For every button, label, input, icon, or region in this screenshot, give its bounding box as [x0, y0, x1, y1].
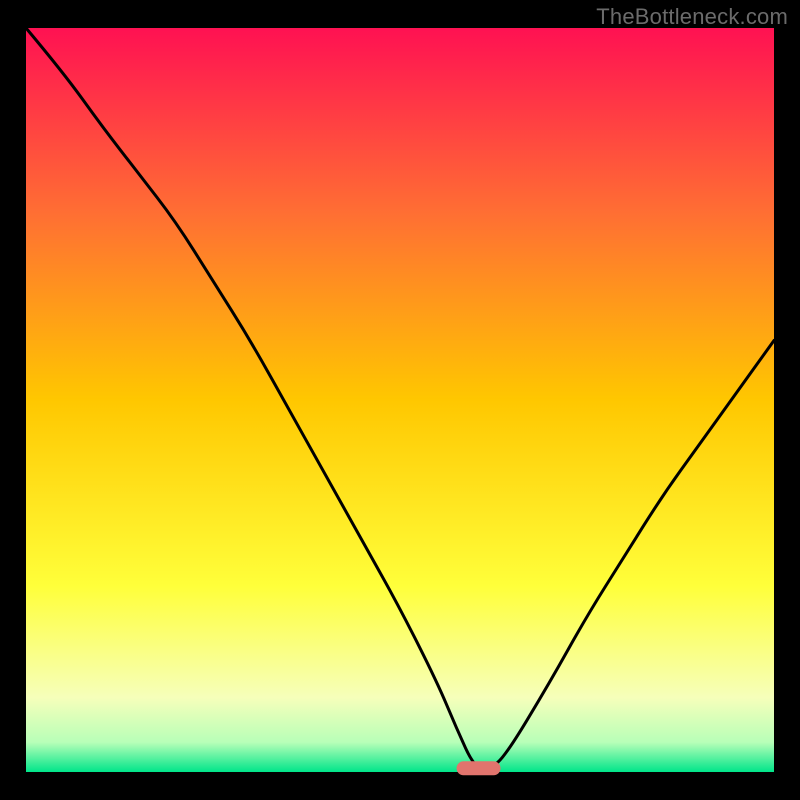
watermark-text: TheBottleneck.com [596, 4, 788, 30]
chart-frame: TheBottleneck.com [0, 0, 800, 800]
bottleneck-chart [0, 0, 800, 800]
plot-background [26, 28, 774, 772]
optimal-marker [457, 761, 501, 775]
